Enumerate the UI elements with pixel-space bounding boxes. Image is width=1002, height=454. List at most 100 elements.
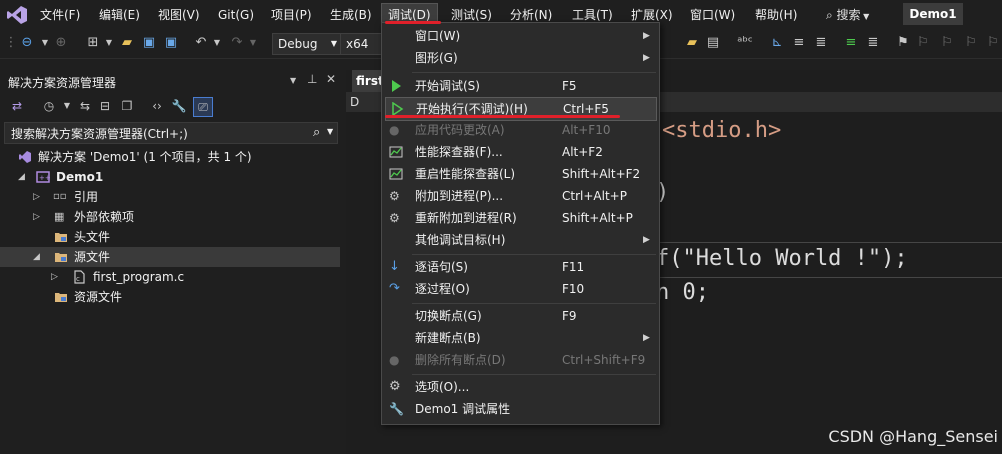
tree-item-external-deps[interactable]: ▷ ▦ 外部依赖项 <box>0 207 340 227</box>
project-icon: ++ <box>36 171 50 183</box>
menu-git[interactable]: Git(G) <box>218 6 254 24</box>
tree-item-header-files[interactable]: 头文件 <box>0 227 340 247</box>
menu-view[interactable]: 视图(V) <box>158 6 200 24</box>
solution-configuration-dropdown[interactable]: Debug ▼ <box>272 33 342 55</box>
bookmark-prev-icon[interactable]: ⚐ <box>914 34 932 52</box>
file-icon[interactable]: ▤ <box>704 34 722 52</box>
bookmark-next-icon[interactable]: ⚐ <box>938 34 956 52</box>
menu-item-options[interactable]: ⚙ 选项(O)... <box>382 376 659 398</box>
svg-text:++: ++ <box>39 174 50 182</box>
properties-icon[interactable]: 🔧 <box>170 97 188 115</box>
collapsed-arrow-icon[interactable]: ▷ <box>33 187 40 207</box>
chevron-down-icon[interactable]: ▼ <box>208 34 226 52</box>
tree-item-project[interactable]: ◢ ++ Demo1 <box>0 167 340 187</box>
chevron-down-icon: ▼ <box>330 39 337 48</box>
view-code-icon[interactable]: ‹› <box>148 97 166 115</box>
tree-item-source-files[interactable]: ◢ 源文件 <box>0 247 340 267</box>
uncomment-icon[interactable]: ≣ <box>812 34 830 52</box>
menu-edit[interactable]: 编辑(E) <box>99 6 140 24</box>
cursor-icon[interactable]: ⊾ <box>768 34 786 52</box>
collapsed-arrow-icon[interactable]: ▷ <box>51 267 58 287</box>
code-line-printf: f("Hello World !"); <box>656 246 908 271</box>
c-file-icon: c <box>74 270 85 284</box>
expanded-arrow-icon[interactable]: ◢ <box>33 247 40 267</box>
pin-icon[interactable]: ⊥ <box>307 72 317 86</box>
tree-item-solution[interactable]: 解决方案 'Demo1' (1 个项目，共 1 个) <box>0 147 340 167</box>
menu-item-performance-profiler[interactable]: 性能探查器(F)... Alt+F2 <box>382 141 659 163</box>
menu-item-graphics[interactable]: 图形(G) ▶ <box>382 47 659 69</box>
chevron-down-icon[interactable]: ▼ <box>244 34 262 52</box>
submenu-arrow-icon: ▶ <box>643 53 650 63</box>
menu-separator <box>412 303 656 304</box>
save-icon[interactable]: ▣ <box>140 34 158 52</box>
submenu-arrow-icon: ▶ <box>643 31 650 41</box>
solution-name-badge: Demo1 <box>903 3 963 25</box>
visual-studio-logo-icon <box>7 6 27 24</box>
filter-folder-icon <box>55 233 67 242</box>
folder-icon[interactable]: ▰ <box>683 34 701 52</box>
comment-icon[interactable]: ≡ <box>790 34 808 52</box>
menu-item-apply-code-changes[interactable]: ● 应用代码更改(A) Alt+F10 <box>382 119 659 141</box>
open-file-icon[interactable]: ▰ <box>118 34 136 52</box>
chevron-down-icon: ▼ <box>327 127 334 136</box>
outdent-icon[interactable]: ≣ <box>864 34 882 52</box>
references-icon: ▫▫ <box>53 191 67 202</box>
tree-item-source-file[interactable]: ▷ c first_program.c <box>0 267 340 287</box>
menu-item-other-debug-targets[interactable]: 其他调试目标(H) ▶ <box>382 229 659 251</box>
navigate-forward-icon[interactable]: ⊕ <box>52 34 70 52</box>
gear-icon: ⚙ <box>389 379 401 394</box>
chevron-down-icon[interactable]: ▼ <box>100 34 118 52</box>
save-all-icon[interactable]: ▣ <box>162 34 180 52</box>
menu-item-reattach-to-process[interactable]: ⚙ 重新附加到进程(R) Shift+Alt+P <box>382 207 659 229</box>
solution-explorer-panel: 解决方案资源管理器 ▼ ⊥ ✕ ⇄ ◷ ▼ ⇆ ⊟ ❐ ‹› 🔧 ⎚ 搜索解决方… <box>0 70 340 454</box>
preview-selected-icon[interactable]: ⎚ <box>193 97 213 117</box>
switch-views-icon[interactable]: ⇄ <box>8 97 26 115</box>
flame-icon: ● <box>389 123 400 137</box>
navigate-back-icon[interactable]: ⊖ <box>18 34 36 52</box>
global-search-button[interactable]: ⌕ 搜索 ▼ <box>826 5 869 25</box>
sync-icon[interactable]: ⇆ <box>76 97 94 115</box>
bookmark-icon[interactable]: ⚑ <box>894 34 912 52</box>
menu-item-relaunch-profiler[interactable]: 重启性能探查器(L) Shift+Alt+F2 <box>382 163 659 185</box>
menu-window[interactable]: 窗口(W) <box>690 6 735 24</box>
submenu-arrow-icon: ▶ <box>643 235 650 245</box>
menu-item-toggle-breakpoint[interactable]: 切换断点(G) F9 <box>382 305 659 327</box>
menu-item-step-into[interactable]: ↓ 逐语句(S) F11 <box>382 256 659 278</box>
menu-project[interactable]: 项目(P) <box>271 6 312 24</box>
menu-file[interactable]: 文件(F) <box>40 6 80 24</box>
chevron-down-icon[interactable]: ▼ <box>58 97 76 115</box>
show-all-files-icon[interactable]: ❐ <box>118 97 136 115</box>
pending-changes-icon[interactable]: ◷ <box>40 97 58 115</box>
menu-item-attach-to-process[interactable]: ⚙ 附加到进程(P)... Ctrl+Alt+P <box>382 185 659 207</box>
collapsed-arrow-icon[interactable]: ▷ <box>33 207 40 227</box>
bookmark-clear-icon[interactable]: ⚐ <box>984 34 1002 52</box>
tree-item-references[interactable]: ▷ ▫▫ 引用 <box>0 187 340 207</box>
menu-item-start-debugging[interactable]: 开始调试(S) F5 <box>382 75 659 97</box>
menu-item-delete-all-breakpoints[interactable]: ● 删除所有断点(D) Ctrl+Shift+F9 <box>382 349 659 371</box>
collapse-all-icon[interactable]: ⊟ <box>96 97 114 115</box>
indent-icon[interactable]: ≡ <box>842 34 860 52</box>
filter-folder-icon <box>55 253 67 262</box>
gears-icon: ⚙ <box>389 211 400 225</box>
expanded-arrow-icon[interactable]: ◢ <box>18 167 25 187</box>
close-icon[interactable]: ✕ <box>326 72 336 86</box>
tree-item-resource-files[interactable]: 资源文件 <box>0 287 340 307</box>
step-into-icon: ↓ <box>389 259 400 274</box>
play-icon <box>392 80 401 92</box>
menu-item-windows[interactable]: 窗口(W) ▶ <box>382 25 659 47</box>
menu-item-debug-properties[interactable]: 🔧 Demo1 调试属性 <box>382 398 659 420</box>
step-over-icon: ↷ <box>389 281 400 296</box>
solution-search-input[interactable]: 搜索解决方案资源管理器(Ctrl+;) ⌕ ▼ <box>4 122 338 144</box>
spell-check-icon[interactable]: ᵃᵇᶜ <box>736 34 754 52</box>
solution-platform-dropdown[interactable]: x64 <box>340 33 383 55</box>
external-deps-icon: ▦ <box>54 210 65 223</box>
menu-item-new-breakpoint[interactable]: 新建断点(B) ▶ <box>382 327 659 349</box>
menu-build[interactable]: 生成(B) <box>330 6 372 24</box>
chevron-down-icon[interactable]: ▼ <box>290 76 296 85</box>
search-icon: ⌕ <box>826 8 837 22</box>
menu-item-step-over[interactable]: ↷ 逐过程(O) F10 <box>382 278 659 300</box>
bookmark-folder-icon[interactable]: ⚐ <box>962 34 980 52</box>
menu-separator <box>412 72 656 73</box>
filter-folder-icon <box>55 293 67 302</box>
menu-help[interactable]: 帮助(H) <box>755 6 797 24</box>
